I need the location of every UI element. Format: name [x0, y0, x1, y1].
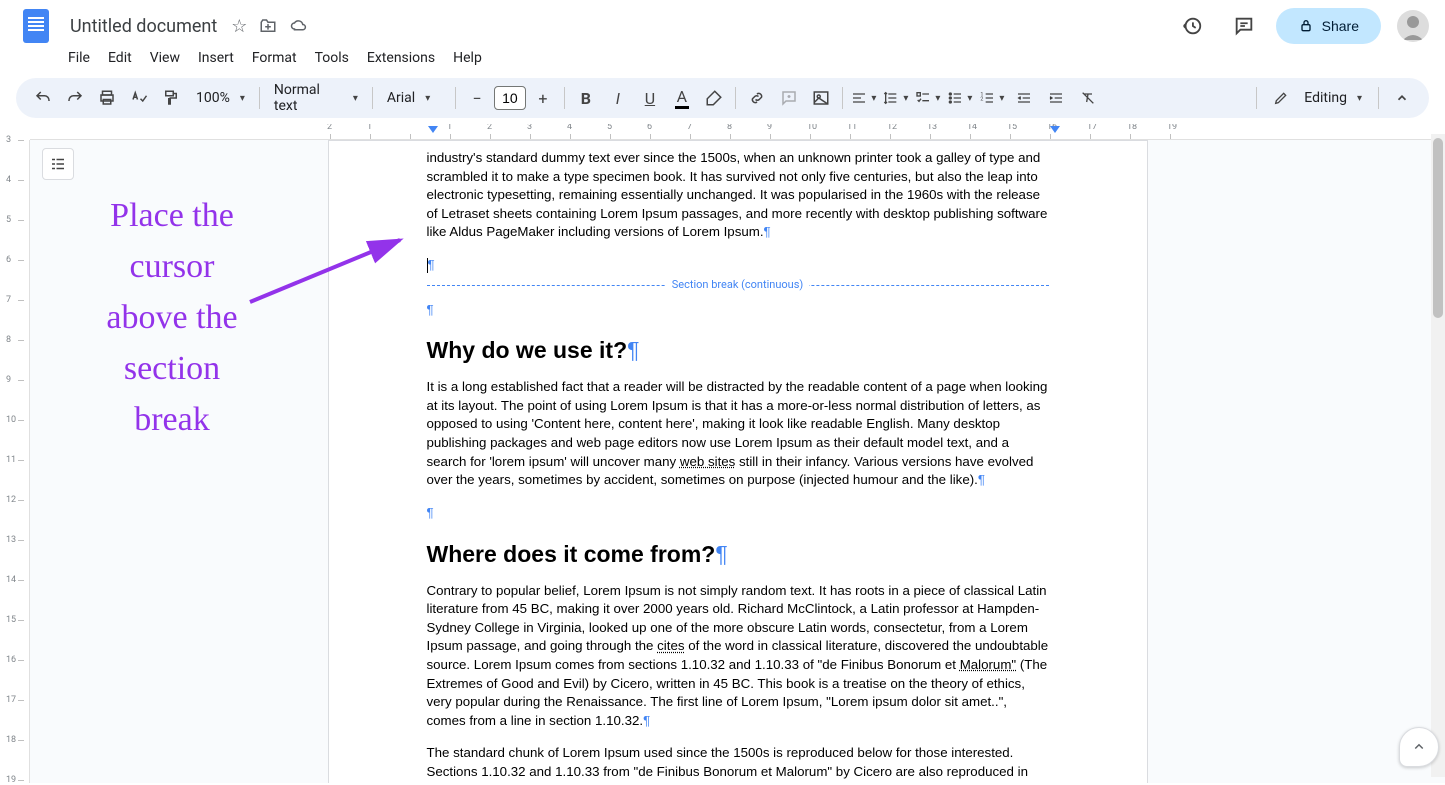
annotation-arrow-icon: [245, 232, 415, 312]
align-icon[interactable]: [849, 83, 879, 113]
outline-toggle-icon[interactable]: [42, 148, 74, 180]
numbered-list-icon[interactable]: 12: [977, 83, 1007, 113]
checklist-icon[interactable]: [913, 83, 943, 113]
toolbar: 100% Normal text Arial − + B I U A 12 Ed…: [16, 78, 1429, 118]
star-icon[interactable]: ☆: [231, 16, 247, 37]
empty-paragraph[interactable]: ¶: [427, 504, 1049, 523]
document-title[interactable]: Untitled document: [64, 14, 223, 39]
account-avatar[interactable]: [1397, 10, 1429, 42]
body-paragraph[interactable]: industry's standard dummy text ever sinc…: [427, 149, 1049, 242]
font-size-input[interactable]: [494, 86, 526, 110]
decrease-indent-icon[interactable]: [1009, 83, 1039, 113]
body-paragraph[interactable]: It is a long established fact that a rea…: [427, 378, 1049, 490]
history-icon[interactable]: [1172, 6, 1212, 46]
collapse-toolbar-icon[interactable]: [1387, 83, 1417, 113]
undo-icon[interactable]: [28, 83, 58, 113]
explore-button[interactable]: [1399, 727, 1439, 767]
section-break-indicator: Section break (continuous): [427, 285, 1049, 299]
editing-mode-dropdown[interactable]: Editing: [1265, 90, 1370, 106]
editing-mode-label: Editing: [1304, 90, 1347, 106]
text-color-icon[interactable]: A: [667, 83, 697, 113]
body-paragraph[interactable]: The standard chunk of Lorem Ipsum used s…: [427, 744, 1049, 783]
heading-where[interactable]: Where does it come from?¶: [427, 541, 1049, 568]
zoom-dropdown[interactable]: 100%: [188, 90, 253, 106]
bulleted-list-icon[interactable]: [945, 83, 975, 113]
line-spacing-icon[interactable]: [881, 83, 911, 113]
share-button[interactable]: Share: [1276, 8, 1381, 44]
font-dropdown[interactable]: Arial: [379, 90, 449, 106]
menu-edit[interactable]: Edit: [100, 46, 140, 70]
redo-icon[interactable]: [60, 83, 90, 113]
increase-indent-icon[interactable]: [1041, 83, 1071, 113]
menu-file[interactable]: File: [60, 46, 98, 70]
decrease-font-icon[interactable]: −: [462, 83, 492, 113]
annotation-text: Place the cursor above the section break: [72, 190, 272, 445]
bold-icon[interactable]: B: [571, 83, 601, 113]
menu-insert[interactable]: Insert: [190, 46, 242, 70]
clear-formatting-icon[interactable]: [1073, 83, 1103, 113]
italic-icon[interactable]: I: [603, 83, 633, 113]
move-icon[interactable]: [259, 17, 277, 35]
add-comment-icon[interactable]: [774, 83, 804, 113]
styles-dropdown[interactable]: Normal text: [266, 82, 366, 114]
insert-image-icon[interactable]: [806, 83, 836, 113]
svg-text:2: 2: [981, 97, 984, 103]
left-indent-marker[interactable]: [428, 126, 438, 133]
vertical-ruler[interactable]: 345678910111213141516171819: [0, 140, 30, 783]
share-label: Share: [1322, 18, 1359, 34]
heading-why[interactable]: Why do we use it?¶: [427, 337, 1049, 364]
scrollbar-thumb[interactable]: [1433, 138, 1443, 318]
underline-icon[interactable]: U: [635, 83, 665, 113]
empty-paragraph[interactable]: ¶: [427, 301, 1049, 320]
body-paragraph[interactable]: Contrary to popular belief, Lorem Ipsum …: [427, 582, 1049, 731]
menu-format[interactable]: Format: [244, 46, 305, 70]
docs-logo[interactable]: [16, 6, 56, 46]
paint-format-icon[interactable]: [156, 83, 186, 113]
spellcheck-icon[interactable]: [124, 83, 154, 113]
horizontal-ruler[interactable]: 2112345678910111213141516171819: [30, 124, 1445, 140]
cloud-status-icon[interactable]: [289, 17, 309, 35]
comments-icon[interactable]: [1224, 6, 1264, 46]
menu-tools[interactable]: Tools: [307, 46, 357, 70]
print-icon[interactable]: [92, 83, 122, 113]
menu-bar: File Edit View Insert Format Tools Exten…: [0, 44, 1445, 72]
insert-link-icon[interactable]: [742, 83, 772, 113]
vertical-scrollbar[interactable]: [1431, 134, 1445, 777]
menu-help[interactable]: Help: [445, 46, 490, 70]
increase-font-icon[interactable]: +: [528, 83, 558, 113]
document-page[interactable]: industry's standard dummy text ever sinc…: [328, 140, 1148, 783]
right-indent-marker[interactable]: [1050, 126, 1060, 133]
menu-view[interactable]: View: [142, 46, 188, 70]
highlight-icon[interactable]: [699, 83, 729, 113]
cursor-paragraph[interactable]: ¶: [427, 256, 1049, 275]
menu-extensions[interactable]: Extensions: [359, 46, 443, 70]
